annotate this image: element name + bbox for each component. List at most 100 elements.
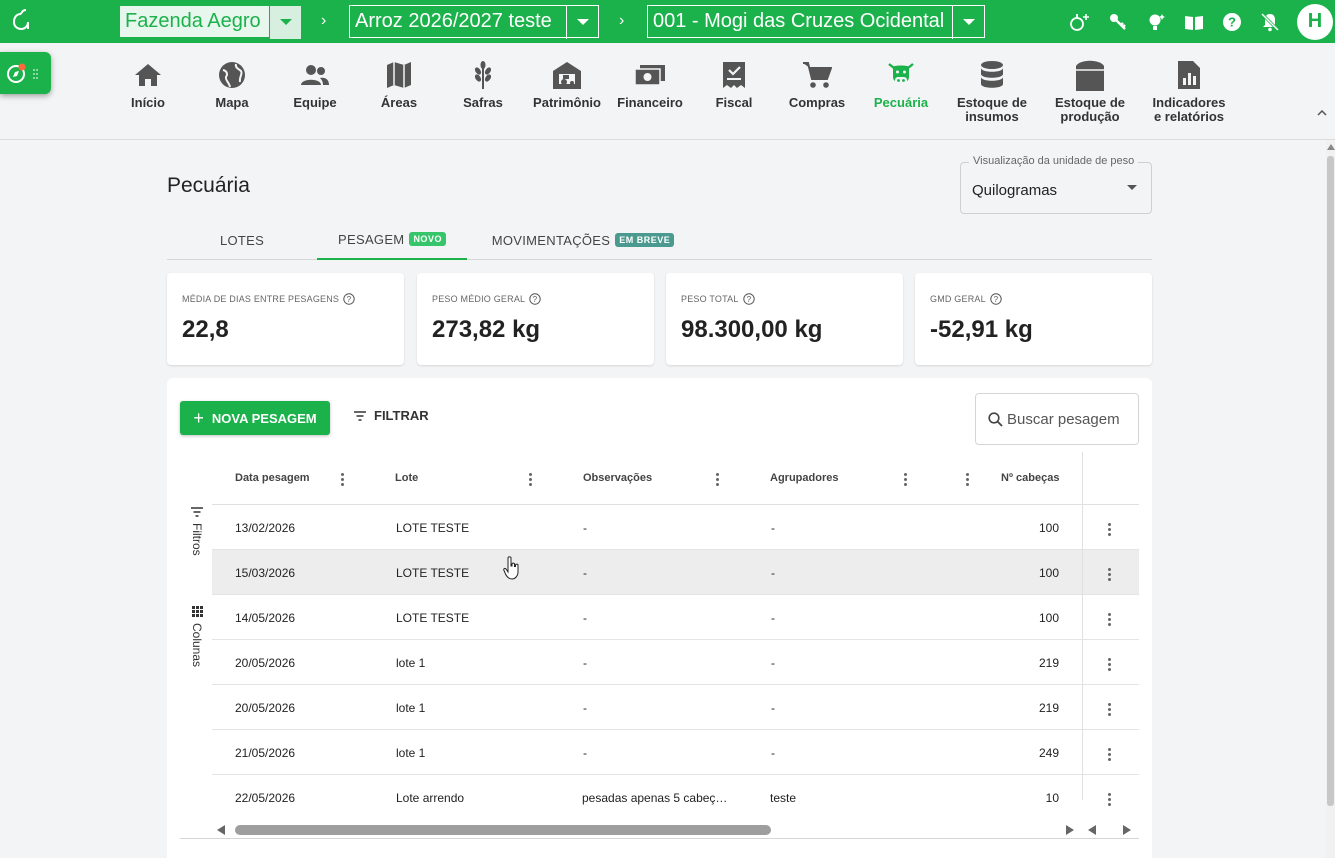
- book-icon[interactable]: [1175, 0, 1213, 43]
- column-menu-icon[interactable]: [965, 473, 969, 486]
- cart-icon: [800, 57, 834, 93]
- chevron-down-icon[interactable]: [269, 6, 301, 39]
- tab-pesagem[interactable]: PESAGEM NOVO: [317, 220, 467, 260]
- add-user-icon[interactable]: [1061, 0, 1099, 43]
- row-actions-icon[interactable]: [1107, 793, 1111, 806]
- help-icon[interactable]: ?: [742, 293, 755, 305]
- grid-icon: [191, 606, 203, 617]
- column-menu-icon[interactable]: [715, 473, 719, 486]
- column-header-groups[interactable]: Agrupadores: [770, 472, 838, 484]
- row-actions-icon[interactable]: [1107, 568, 1111, 581]
- card-gmd: GMD GERAL ? -52,91 kg: [915, 273, 1152, 365]
- scroll-left-icon[interactable]: [217, 825, 225, 835]
- chevron-down-icon[interactable]: [952, 6, 984, 39]
- nav-item-estoque-insumos[interactable]: Estoque de insumos: [947, 57, 1037, 124]
- tab-lotes[interactable]: LOTES: [167, 220, 317, 260]
- card-title: MÉDIA DE DIAS ENTRE PESAGENS: [182, 294, 340, 304]
- table-row[interactable]: 21/05/2026 lote 1 - - 249: [212, 730, 1139, 775]
- row-actions-icon[interactable]: [1107, 658, 1111, 671]
- column-header-notes[interactable]: Observações: [583, 472, 652, 484]
- help-icon[interactable]: ?: [1213, 0, 1251, 43]
- nav-item-indicadores[interactable]: Indicadores e relatórios: [1144, 57, 1234, 124]
- scrollbar-thumb[interactable]: [235, 825, 771, 835]
- cell-heads: 100: [1038, 566, 1059, 580]
- nav-item-equipe[interactable]: Equipe: [270, 57, 360, 110]
- cell-notes: -: [583, 611, 587, 625]
- card-title: GMD GERAL: [930, 294, 986, 304]
- column-header-date[interactable]: Data pesagem: [235, 472, 310, 484]
- row-actions-icon[interactable]: [1107, 523, 1111, 536]
- season-selector[interactable]: Arroz 2026/2027 teste: [349, 5, 599, 39]
- aegro-logo-icon[interactable]: [8, 8, 34, 34]
- key-icon[interactable]: [1099, 0, 1137, 43]
- guide-floating-button[interactable]: [0, 52, 51, 94]
- property-selector[interactable]: 001 - Mogi das Cruzes Ocidental: [647, 5, 985, 39]
- weighing-table: Data pesagem Lote Observações Agrupadore…: [212, 452, 1139, 820]
- column-menu-icon[interactable]: [340, 473, 344, 486]
- lightbulb-icon[interactable]: [1137, 0, 1175, 43]
- nav-item-fiscal[interactable]: Fiscal: [689, 57, 779, 110]
- nav-item-estoque-producao[interactable]: Estoque de produção: [1045, 57, 1135, 124]
- svg-text:?: ?: [347, 295, 352, 304]
- filter-button[interactable]: FILTRAR: [353, 408, 429, 423]
- table-row[interactable]: 20/05/2026 lote 1 - - 219: [212, 685, 1139, 730]
- avatar[interactable]: H: [1297, 3, 1333, 40]
- scrollbar-thumb[interactable]: [1327, 156, 1334, 806]
- columns-panel-toggle[interactable]: Colunas: [187, 606, 207, 667]
- search-input[interactable]: [1007, 410, 1137, 428]
- weight-unit-select[interactable]: Visualização da unidade de peso Quilogra…: [960, 155, 1152, 214]
- search-field[interactable]: [975, 393, 1139, 445]
- scroll-right-icon[interactable]: [1123, 825, 1131, 835]
- cell-date: 21/05/2026: [235, 746, 296, 760]
- chevron-down-icon[interactable]: [566, 6, 598, 39]
- column-header-heads[interactable]: Nº cabeças: [1001, 472, 1059, 484]
- nav-item-mapa[interactable]: Mapa: [187, 57, 277, 110]
- nav-item-safras[interactable]: Safras: [438, 57, 528, 110]
- table-row[interactable]: 14/05/2026 LOTE TESTE - - 100: [212, 595, 1139, 640]
- card-value: 98.300,00 kg: [681, 316, 823, 343]
- page-scrollbar[interactable]: [1326, 140, 1335, 858]
- new-weighing-button[interactable]: + NOVA PESAGEM: [180, 401, 330, 435]
- tab-movimentacoes[interactable]: MOVIMENTAÇÕES EM BREVE: [483, 220, 683, 260]
- table-row[interactable]: 20/05/2026 lote 1 - - 219: [212, 640, 1139, 685]
- help-icon[interactable]: ?: [990, 293, 1002, 305]
- horizontal-scrollbar[interactable]: [217, 823, 1139, 837]
- chevron-up-icon[interactable]: [1317, 103, 1327, 119]
- nav-item-label: Pecuária: [873, 95, 929, 110]
- notifications-off-icon[interactable]: [1251, 0, 1289, 43]
- help-icon[interactable]: ?: [529, 293, 541, 305]
- scroll-up-icon[interactable]: [1327, 144, 1335, 150]
- nav-item-compras[interactable]: Compras: [772, 57, 862, 110]
- table-row[interactable]: 13/02/2026 LOTE TESTE - - 100: [212, 505, 1139, 550]
- scroll-left-icon[interactable]: [1088, 825, 1096, 835]
- scroll-right-icon[interactable]: [1066, 825, 1074, 835]
- tractor-icon: [550, 57, 584, 93]
- card-title: PESO MÉDIO GERAL: [432, 294, 526, 304]
- breadcrumb-separator: ›: [321, 12, 327, 29]
- cell-groups: -: [771, 566, 775, 580]
- row-actions-icon[interactable]: [1107, 748, 1111, 761]
- cell-notes: -: [583, 521, 587, 535]
- nav-item-label: Equipe: [293, 95, 337, 110]
- table-row[interactable]: 22/05/2026 Lote arrendo pesadas apenas 5…: [212, 775, 1139, 820]
- cell-groups: teste: [770, 791, 797, 805]
- nav-item-pecuaria[interactable]: Pecuária: [856, 57, 946, 110]
- row-actions-icon[interactable]: [1107, 703, 1111, 716]
- nav-item-financeiro[interactable]: Financeiro: [605, 57, 695, 110]
- tab-label: LOTES: [219, 232, 265, 248]
- row-actions-icon[interactable]: [1107, 613, 1111, 626]
- column-header-lot[interactable]: Lote: [395, 472, 418, 484]
- receipt-icon: [717, 57, 751, 93]
- nav-item-patrimonio[interactable]: Patrimônio: [522, 57, 612, 110]
- card-value: 273,82 kg: [432, 316, 541, 343]
- table-row[interactable]: 15/03/2026 LOTE TESTE - - 100: [212, 550, 1139, 595]
- divider: [180, 838, 1139, 839]
- column-menu-icon[interactable]: [528, 473, 532, 486]
- nav-item-inicio[interactable]: Início: [103, 57, 193, 110]
- filters-panel-toggle[interactable]: Filtros: [187, 507, 207, 556]
- nav-item-areas[interactable]: Áreas: [354, 57, 444, 110]
- help-icon[interactable]: ?: [343, 293, 355, 305]
- farm-selector[interactable]: Fazenda Aegro: [119, 5, 302, 39]
- column-menu-icon[interactable]: [903, 473, 907, 486]
- cell-groups: -: [771, 656, 775, 670]
